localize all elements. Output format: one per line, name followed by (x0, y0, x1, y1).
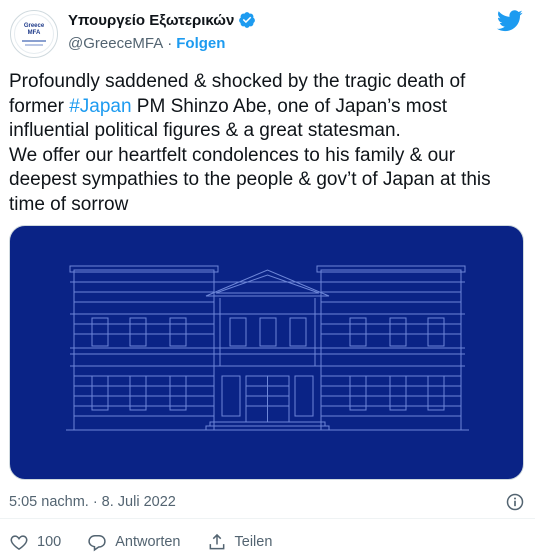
tweet-text: Profoundly saddened & shocked by the tra… (9, 70, 525, 217)
twitter-bird-icon[interactable] (497, 10, 523, 32)
timestamp[interactable]: 5:05 nachm. · 8. Juli 2022 (9, 494, 176, 510)
follow-button[interactable]: Folgen (176, 35, 225, 52)
handle-row: @GreeceMFA · Folgen (68, 33, 225, 53)
like-button[interactable]: 100 (9, 532, 61, 552)
name-row: Υπουργείο Εξωτερικών (68, 9, 256, 31)
handle[interactable]: @GreeceMFA (68, 35, 163, 52)
share-button[interactable]: Teilen (207, 532, 273, 552)
avatar-text-line2: MFA (27, 29, 41, 36)
tweet-card: Greece MFA Υπουργείο Εξωτερικών @GreeceM… (0, 0, 535, 560)
hashtag-link[interactable]: #Japan (69, 96, 131, 117)
blueprint-building-drawing (66, 265, 469, 431)
heart-icon (10, 535, 28, 550)
tweet-image[interactable] (9, 225, 524, 480)
reply-bubble-icon (88, 535, 106, 552)
share-label: Teilen (234, 534, 273, 550)
reply-button[interactable]: Antworten (87, 532, 181, 552)
tweet-text-part3: We offer our heartfelt condolences to hi… (9, 144, 491, 215)
avatar[interactable]: Greece MFA (10, 10, 58, 58)
divider (0, 518, 535, 519)
verified-badge-icon (239, 12, 256, 28)
avatar-stripe (25, 43, 43, 46)
reply-label: Antworten (115, 534, 181, 550)
info-icon[interactable] (505, 492, 525, 512)
action-bar: 100 Antworten Teilen (9, 530, 298, 554)
avatar-stripe (22, 39, 46, 42)
share-upload-icon (209, 533, 224, 550)
separator-dot: · (167, 34, 173, 52)
avatar-text-line1: Greece (23, 22, 45, 29)
like-count: 100 (37, 534, 62, 550)
avatar-logo: Greece MFA (14, 14, 54, 54)
timestamp-row: 5:05 nachm. · 8. Juli 2022 (9, 492, 525, 512)
display-name[interactable]: Υπουργείο Εξωτερικών (68, 12, 234, 29)
